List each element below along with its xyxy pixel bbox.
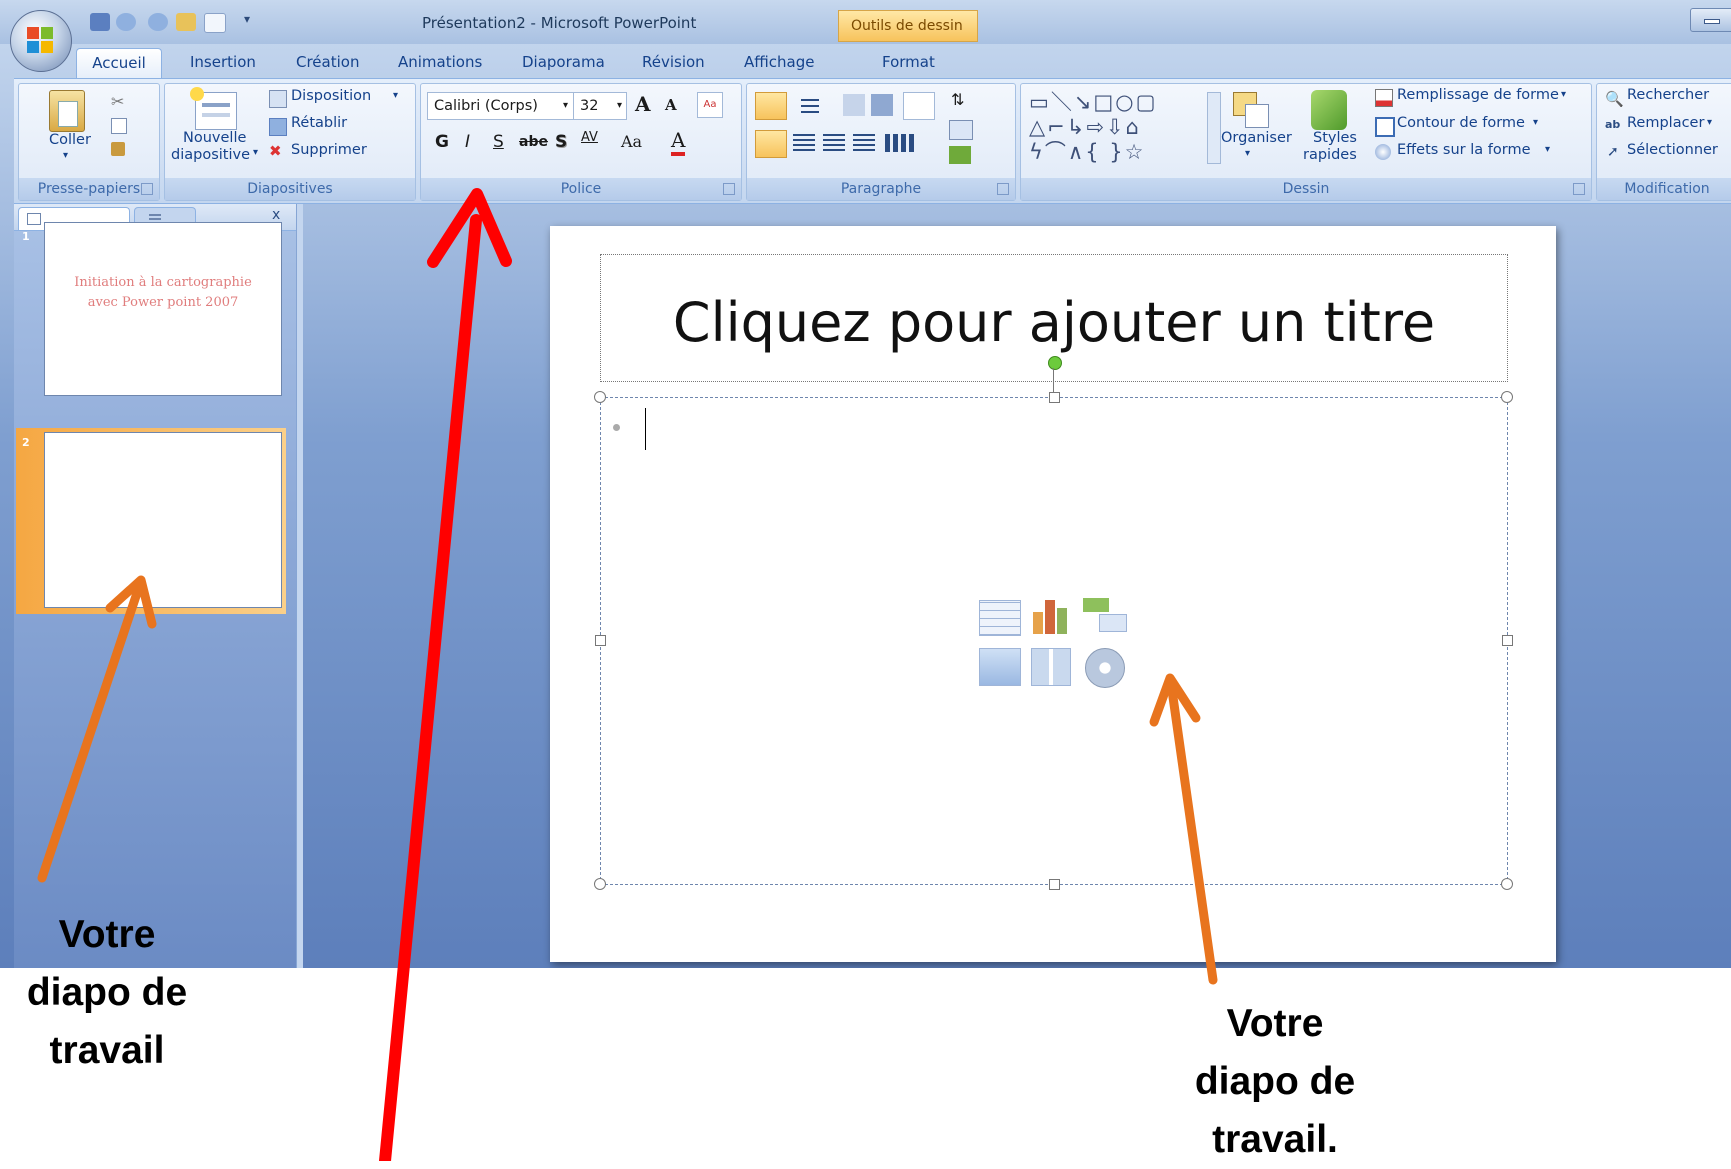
annotation-right: Votre diapo de travail. <box>1160 995 1390 1169</box>
annotation-line: diapo de <box>1194 1060 1356 1103</box>
red-arrow <box>379 188 512 1161</box>
orange-arrow-right <box>1149 673 1218 985</box>
annotation-line: Votre <box>58 913 156 956</box>
annotation-arrows <box>37 188 1218 1161</box>
annotation-left: Votre diapo de travail <box>2 906 212 1080</box>
annotation-line: travail. <box>1212 1118 1338 1161</box>
orange-arrow-left <box>37 575 157 883</box>
annotation-line: travail <box>49 1029 165 1072</box>
annotation-line: diapo de <box>26 971 188 1014</box>
annotation-line: Votre <box>1226 1002 1324 1045</box>
